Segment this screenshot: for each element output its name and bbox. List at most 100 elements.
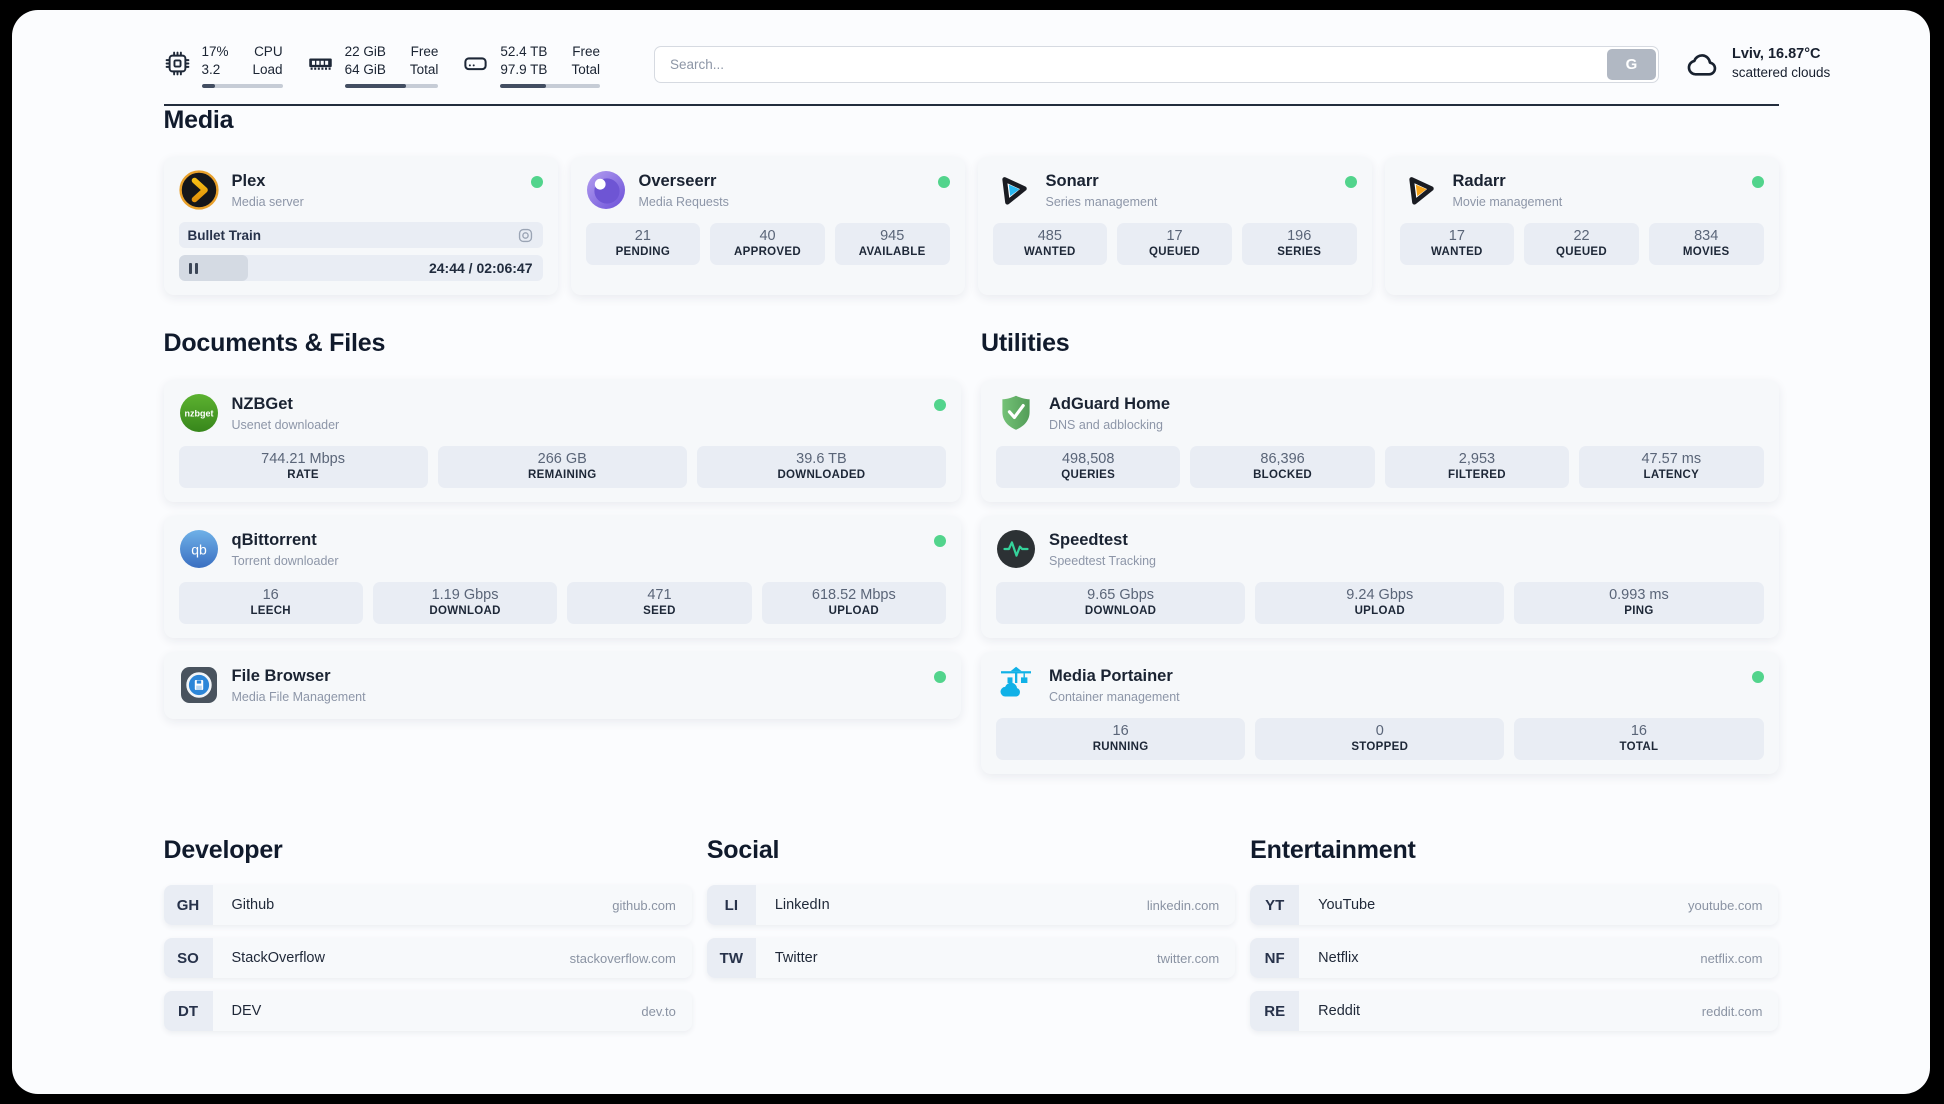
app-card-file-browser[interactable]: File Browser Media File Management (163, 652, 961, 720)
bookmark-twitter[interactable]: TW Twitter twitter.com (706, 938, 1236, 979)
bookmark-stackoverflow[interactable]: SO StackOverflow stackoverflow.com (163, 938, 692, 979)
disk-free-value: 52.4 TB (500, 44, 548, 59)
section-title-social: Social (706, 836, 780, 865)
memory-progress-bar (344, 83, 439, 89)
playback-progress-bar[interactable]: 24:44 / 02:06:47 (178, 255, 543, 282)
memory-free-value: 22 GiB (344, 44, 386, 59)
stat-pending: 21 PENDING (585, 223, 701, 266)
stat-filtered: 2,953 FILTERED (1384, 446, 1570, 489)
nzbget-icon: nzbget (179, 393, 219, 433)
app-desc: Series management (1045, 194, 1158, 209)
disk-total-label: Total (571, 61, 600, 77)
bookmark-abbr: YT (1250, 885, 1300, 926)
stat-queued: 17 QUEUED (1117, 223, 1232, 266)
stat-blocked: 86,396 BLOCKED (1190, 446, 1375, 489)
bookmark-reddit[interactable]: RE Reddit reddit.com (1250, 991, 1779, 1032)
cloud-icon (1685, 46, 1720, 88)
bookmark-abbr: RE (1250, 991, 1300, 1032)
weather-location-temp: Lviv, 16.87°C (1731, 46, 1821, 62)
pause-icon[interactable] (188, 262, 198, 274)
app-card-plex[interactable]: Plex Media server Bullet Train 24:44 / 0… (163, 157, 558, 296)
stat-queries: 498,508 QUERIES (996, 446, 1181, 489)
app-card-overseerr[interactable]: Overseerr Media Requests 21 PENDING 40 APP… (570, 157, 965, 296)
stat-available: 945 AVAILABLE (834, 223, 950, 266)
app-card-adguard-home[interactable]: AdGuard Home DNS and adblocking 498,508 Q… (981, 380, 1779, 503)
bookmark-domain: netflix.com (1700, 950, 1763, 966)
disk-usage-widget: 52.4 TB 97.9 TB Free Total (462, 43, 600, 89)
app-card-sonarr[interactable]: Sonarr Series management 485 WANTED 17 QUE… (977, 157, 1372, 296)
app-name: Media Portainer (1049, 666, 1173, 685)
app-card-radarr[interactable]: Radarr Movie management 17 WANTED 22 QUEUE… (1384, 157, 1779, 296)
now-playing-row[interactable]: Bullet Train (178, 222, 543, 249)
stat-leech: 16 LEECH (178, 582, 363, 625)
bookmark-name: StackOverflow (231, 950, 325, 967)
status-online-dot (934, 671, 946, 684)
stat-series: 196 SERIES (1241, 223, 1357, 266)
header: 17% 3.2 CPU Load 22 GiB 64 GiB Free Total (164, 43, 1830, 89)
search-bar: G (653, 46, 1659, 83)
weather-condition: scattered clouds (1731, 65, 1831, 80)
app-name: Sonarr (1045, 171, 1099, 190)
radarr-icon (1400, 170, 1440, 210)
cpu-value-2: 3.2 (201, 61, 221, 77)
bookmark-domain: reddit.com (1701, 1003, 1763, 1019)
stat-total: 16 TOTAL (1514, 718, 1764, 761)
disk-free-label: Free (572, 44, 600, 59)
cpu-label-2: Load (252, 61, 283, 77)
stat-wanted: 485 WANTED (992, 223, 1108, 266)
stat-remaining: 266 GB REMAINING (437, 446, 687, 489)
bookmark-name: Twitter (774, 950, 818, 967)
app-desc: Media server (231, 194, 304, 209)
stat-downloaded: 39.6 TB DOWNLOADED (696, 446, 947, 489)
memory-free-label: Free (410, 44, 439, 59)
app-card-media-portainer[interactable]: Media Portainer Container management 16 R… (981, 652, 1779, 775)
app-name: Radarr (1452, 171, 1506, 190)
stat-stopped: 0 STOPPED (1255, 718, 1505, 761)
app-name: NZBGet (231, 394, 293, 413)
search-engine-button[interactable]: G (1606, 49, 1656, 80)
memory-total-label: Total (409, 61, 439, 77)
bookmark-netflix[interactable]: NF Netflix netflix.com (1250, 938, 1779, 979)
app-name: qBittorrent (231, 530, 317, 549)
section-title-entertainment: Entertainment (1250, 836, 1416, 865)
app-desc: Torrent downloader (231, 553, 339, 568)
bookmark-github[interactable]: GH Github github.com (163, 885, 692, 926)
cpu-label: CPU (254, 44, 283, 59)
memory-total-value: 64 GiB (344, 61, 386, 77)
stat-approved: 40 APPROVED (710, 223, 825, 266)
app-name: File Browser (231, 666, 331, 685)
disk-progress-bar (500, 83, 600, 89)
stat-seed: 471 SEED (567, 582, 752, 625)
now-playing-title: Bullet Train (187, 227, 262, 243)
bookmark-domain: github.com (612, 897, 676, 913)
bookmark-name: DEV (231, 1003, 262, 1020)
stat-download: 9.65 Gbps DOWNLOAD (996, 582, 1246, 625)
app-desc: Speedtest Tracking (1049, 553, 1157, 568)
bookmark-abbr: DT (163, 991, 213, 1032)
bookmark-youtube[interactable]: YT YouTube youtube.com (1250, 885, 1779, 926)
bookmark-abbr: TW (706, 938, 756, 979)
memory-usage-widget: 22 GiB 64 GiB Free Total (307, 43, 439, 89)
media-card-row: Plex Media server Bullet Train 24:44 / 0… (163, 157, 1779, 296)
bookmark-group-social: Social LI LinkedIn linkedin.com TW Twitt… (706, 836, 1236, 1044)
overseerr-icon (586, 170, 626, 210)
stat-upload: 618.52 Mbps UPLOAD (761, 582, 946, 625)
app-desc: Movie management (1452, 194, 1563, 209)
status-online-dot (934, 399, 946, 412)
app-card-qbittorrent[interactable]: qb qBittorrent Torrent downloader 16 LEEC… (163, 516, 961, 639)
bookmark-dev[interactable]: DT DEV dev.to (163, 991, 692, 1032)
bookmark-domain: twitter.com (1157, 950, 1220, 966)
app-desc: DNS and adblocking (1049, 417, 1163, 432)
dashboard-page: 17% 3.2 CPU Load 22 GiB 64 GiB Free Total (12, 10, 1930, 1094)
app-card-nzbget[interactable]: nzbget NZBGet Usenet downloader 744.21 M… (163, 380, 961, 503)
utilities-column: Utilities AdGuard Home DNS and adblockin… (981, 329, 1779, 775)
status-online-dot (1751, 176, 1764, 189)
status-online-dot (1344, 176, 1357, 189)
search-input[interactable] (653, 46, 1659, 83)
playback-time: 24:44 / 02:06:47 (428, 260, 533, 277)
app-card-speedtest[interactable]: Speedtest Speedtest Tracking 9.65 Gbps DO… (981, 516, 1779, 639)
cpu-value: 17% (201, 44, 229, 59)
bookmark-linkedin[interactable]: LI LinkedIn linkedin.com (706, 885, 1236, 926)
stat-wanted: 17 WANTED (1399, 223, 1515, 266)
section-title-utilities: Utilities (981, 329, 1070, 358)
